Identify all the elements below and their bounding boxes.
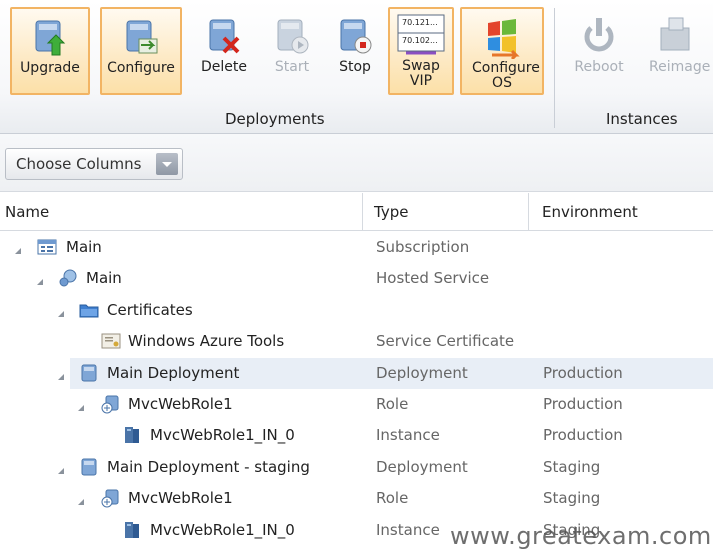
upgrade-button[interactable]: Upgrade — [10, 7, 90, 95]
column-name-header[interactable]: Name — [5, 203, 49, 221]
expander-icon[interactable] — [57, 367, 65, 380]
deployment-icon — [79, 457, 99, 477]
tree-row-type: Instance — [376, 521, 440, 539]
tree-row[interactable]: MvcWebRole1_IN_0 Instance Production — [0, 420, 713, 451]
stop-icon — [335, 14, 375, 58]
start-button[interactable]: Start — [262, 7, 322, 95]
swap-vip-button[interactable]: 70.121... 70.102... Swap VIP — [388, 7, 454, 95]
delete-button[interactable]: Delete — [192, 7, 256, 95]
reboot-label: Reboot — [574, 59, 624, 75]
tree-row-name: Certificates — [107, 301, 193, 319]
column-environment-header[interactable]: Environment — [542, 203, 638, 221]
column-type-header[interactable]: Type — [374, 203, 408, 221]
tree-row[interactable]: Certificates — [0, 295, 713, 326]
stop-label: Stop — [339, 59, 371, 75]
configure-os-label: Configure OS — [472, 60, 540, 91]
tree-row-environment: Staging — [543, 458, 601, 476]
instance-icon — [122, 425, 142, 445]
swap-vip-badge-1: 70.121... — [402, 18, 438, 27]
tree-row-name: MvcWebRole1_IN_0 — [150, 426, 295, 444]
column-divider[interactable] — [362, 193, 363, 231]
tree-row-name: Main — [66, 238, 102, 256]
expander-icon[interactable] — [57, 304, 65, 317]
deployment-icon — [79, 363, 99, 383]
tree-row-type: Deployment — [376, 458, 468, 476]
tree-row-environment: Production — [543, 426, 623, 444]
tree-row-type: Role — [376, 489, 409, 507]
expander-icon[interactable] — [36, 272, 44, 285]
certificate-icon — [101, 331, 121, 351]
tree-row-name: Main Deployment — [107, 364, 240, 382]
swap-vip-label: Swap VIP — [402, 58, 440, 89]
tree-row-name: Main — [86, 269, 122, 287]
role-icon — [100, 394, 120, 414]
tree-row-environment: Production — [543, 364, 623, 382]
ribbon: Upgrade Configure Delete Start Stop 70.1… — [0, 0, 713, 134]
configure-button[interactable]: Configure — [100, 7, 182, 95]
deployments-group-label: Deployments — [225, 110, 325, 128]
start-label: Start — [274, 59, 310, 75]
tree-row[interactable]: Windows Azure Tools Service Certificate — [0, 326, 713, 357]
reimage-label: Reimage — [649, 59, 711, 75]
delete-icon — [204, 14, 244, 58]
choose-columns-button[interactable]: Choose Columns — [5, 148, 183, 180]
configure-os-button[interactable]: Configure OS — [460, 7, 544, 95]
swap-vip-badge-2: 70.102... — [402, 36, 438, 45]
tree-row[interactable]: Main Deployment - staging Deployment Sta… — [0, 452, 713, 483]
tree-row-type: Service Certificate — [376, 332, 515, 350]
tree-row[interactable]: MvcWebRole1 Role Production — [0, 389, 713, 420]
expander-icon[interactable] — [57, 461, 65, 474]
tree-row-name: MvcWebRole1_IN_0 — [150, 521, 295, 539]
configure-label: Configure — [107, 60, 175, 76]
configure-os-icon — [482, 15, 522, 61]
reboot-button[interactable]: Reboot — [566, 7, 632, 95]
tree-row[interactable]: Main Subscription — [0, 232, 713, 263]
tree-row-type: Deployment — [376, 364, 468, 382]
tree-row-type: Instance — [376, 426, 440, 444]
role-icon — [100, 488, 120, 508]
subscription-icon — [37, 237, 57, 257]
tree-row-name: Windows Azure Tools — [128, 332, 285, 350]
column-header: Name Type Environment — [0, 193, 713, 231]
start-icon — [272, 14, 312, 58]
choose-columns-label: Choose Columns — [16, 155, 142, 173]
tree-row-name: MvcWebRole1 — [128, 489, 233, 507]
watermark: www.greatexam.com — [450, 522, 712, 550]
expander-icon[interactable] — [77, 492, 85, 505]
column-divider[interactable] — [528, 193, 529, 231]
tree-row-environment: Staging — [543, 489, 601, 507]
tree-row[interactable]: Main Deployment Deployment Production — [0, 358, 713, 389]
tree-row[interactable]: Main Hosted Service — [0, 263, 713, 294]
tree-row-type: Subscription — [376, 238, 470, 256]
delete-label: Delete — [201, 59, 247, 75]
tree-row-environment: Production — [543, 395, 623, 413]
tree-row-name: Main Deployment - staging — [107, 458, 310, 476]
instance-icon — [122, 520, 142, 540]
tree-row-name: MvcWebRole1 — [128, 395, 233, 413]
swap-vip-icon: 70.121... 70.102... — [396, 13, 446, 57]
chevron-down-icon — [156, 153, 178, 175]
configure-icon — [121, 15, 161, 59]
stop-button[interactable]: Stop — [326, 7, 384, 95]
upgrade-icon — [30, 15, 70, 59]
tree-row-type: Role — [376, 395, 409, 413]
reimage-icon — [655, 14, 695, 58]
hosted-service-icon — [58, 268, 78, 288]
instances-group-label: Instances — [606, 110, 678, 128]
folder-icon — [79, 300, 99, 320]
tree-row[interactable]: MvcWebRole1 Role Staging — [0, 483, 713, 514]
tree-row-type: Hosted Service — [376, 269, 490, 287]
reimage-button[interactable]: Reimage — [642, 7, 713, 95]
toolbar: Choose Columns — [0, 134, 713, 192]
ribbon-group-separator — [554, 8, 555, 128]
upgrade-label: Upgrade — [20, 60, 80, 76]
expander-icon[interactable] — [77, 398, 85, 411]
reboot-icon — [579, 14, 619, 58]
expander-icon[interactable] — [14, 241, 22, 254]
